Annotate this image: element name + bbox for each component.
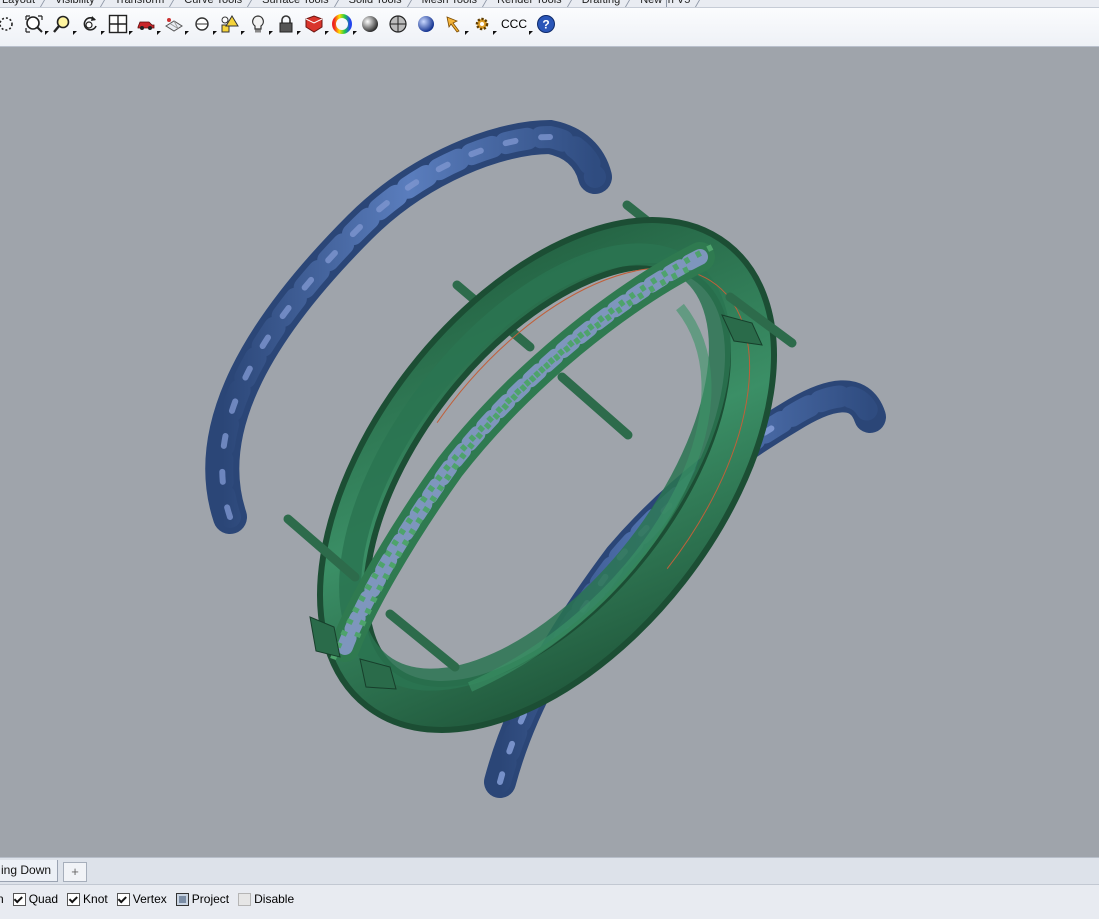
construction-plane-icon[interactable] [162, 12, 186, 36]
osnap-label: Project [191, 892, 230, 906]
point-object-icon[interactable] [190, 12, 214, 36]
ccc-button[interactable]: CCC [498, 12, 530, 36]
shaded-sphere-icon[interactable] [358, 12, 382, 36]
toolbar-tab-visibility[interactable]: Visibility [49, 0, 109, 7]
color-wheel-icon[interactable] [330, 12, 354, 36]
svg-text:?: ? [542, 18, 549, 32]
toolbar-tab-mesh-tools[interactable]: Mesh Tools [416, 0, 491, 7]
toolbar-tab-surface-tools[interactable]: Surface Tools [256, 0, 342, 7]
rendered-sphere-icon[interactable] [414, 12, 438, 36]
osnap-quad[interactable]: Quad [12, 892, 59, 906]
perspective-viewport[interactable] [0, 47, 1099, 857]
rotate-view-icon[interactable] [78, 12, 102, 36]
main-toolbar: CCC ? [0, 8, 1099, 47]
toolbar-tab-transform[interactable]: Transform [109, 0, 179, 7]
four-viewports-icon[interactable] [106, 12, 130, 36]
osnap-project[interactable]: Project [175, 892, 230, 906]
viewport-tab-looking-down[interactable]: ing Down [0, 860, 59, 882]
car-icon[interactable] [134, 12, 158, 36]
zoom-icon[interactable] [0, 12, 18, 36]
ghosted-sphere-icon[interactable] [386, 12, 410, 36]
gear-icon[interactable] [470, 12, 494, 36]
vertex-checkbox[interactable] [116, 892, 130, 906]
zoom-extents-icon[interactable] [22, 12, 46, 36]
osnap-item-clipped[interactable]: n [0, 892, 4, 906]
osnap-bar: n Quad Knot Vertex Project Disable [0, 884, 1099, 919]
toolbar-tab-curve-tools[interactable]: Curve Tools [178, 0, 256, 7]
toolbar-tab-solid-tools[interactable]: Solid Tools [343, 0, 416, 7]
lock-icon[interactable] [274, 12, 298, 36]
viewport-tab-bar: ing Down + [0, 857, 1099, 884]
properties-icon[interactable] [218, 12, 242, 36]
knot-checkbox[interactable] [67, 892, 81, 906]
light-bulb-icon[interactable] [246, 12, 270, 36]
osnap-disable[interactable]: Disable [238, 892, 294, 906]
layer-icon[interactable] [302, 12, 326, 36]
toolbar-tab-new-in-v5[interactable]: New in V5 [634, 0, 704, 7]
osnap-label: Disable [254, 892, 295, 906]
osnap-label: n [0, 892, 4, 906]
zoom-window-icon[interactable] [50, 12, 74, 36]
osnap-label: Knot [83, 892, 108, 906]
project-checkbox[interactable] [175, 892, 189, 906]
help-icon[interactable]: ? [534, 12, 558, 36]
model-scene [205, 119, 886, 798]
osnap-label: Vertex [132, 892, 167, 906]
toolbar-tab-render-tools[interactable]: Render Tools [491, 0, 576, 7]
toolbar-tab-drafting[interactable]: Drafting [576, 0, 635, 7]
tab-strip-end [666, 0, 667, 7]
pin-icon[interactable] [442, 12, 466, 36]
toolbar-tab-layout[interactable]: Layout [0, 0, 49, 7]
disable-checkbox[interactable] [238, 892, 252, 906]
osnap-knot[interactable]: Knot [67, 892, 108, 906]
add-viewport-tab-button[interactable]: + [63, 862, 87, 882]
quad-checkbox[interactable] [12, 892, 26, 906]
toolbar-tab-strip: Layout Visibility Transform Curve Tools Surf… [0, 0, 1099, 8]
osnap-label: Quad [28, 892, 59, 906]
osnap-vertex[interactable]: Vertex [116, 892, 167, 906]
